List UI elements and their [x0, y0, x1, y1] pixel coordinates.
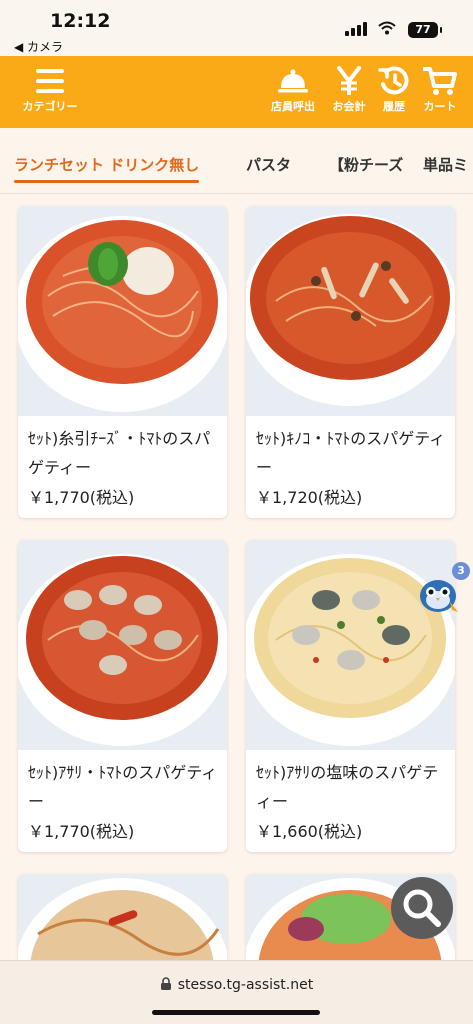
dish-photo [18, 206, 227, 416]
checkout-label: お会計 [332, 100, 366, 113]
checkout-button[interactable]: お会計 [327, 56, 371, 128]
menu-item-card[interactable]: ｾｯﾄ)糸引ﾁｰｽﾞ・ﾄﾏﾄのスパゲティー ￥1,770(税込) [18, 206, 227, 518]
history-label: 履歴 [383, 100, 405, 113]
url-label: stesso.tg-assist.net [177, 977, 314, 993]
service-bell-icon [278, 69, 308, 93]
dish-price: ￥1,660(税込) [256, 822, 363, 841]
signal-icon [345, 22, 367, 36]
wifi-icon [378, 20, 396, 39]
cart-button[interactable]: カート [417, 56, 463, 128]
tab-pasta[interactable]: パスタ [246, 154, 291, 175]
back-to-camera-link[interactable]: ◀ カメラ [14, 38, 63, 55]
app-header: カテゴリー 店員呼出 お会計 履歴 カート [0, 56, 473, 128]
status-bar: 12:12 ◀ カメラ 77 [0, 0, 473, 56]
url-text: stesso.tg-assist.net [0, 977, 473, 993]
category-tabs: ランチセット ドリンク無し パスタ 【粉チーズ 単品ミ [0, 128, 473, 194]
menu-item-card[interactable]: ｾｯﾄ)ｷﾉｺ・ﾄﾏﾄのスパゲティー ￥1,720(税込) [246, 206, 455, 518]
cart-label: カート [423, 100, 457, 113]
staff-call-button[interactable]: 店員呼出 [265, 56, 321, 128]
search-icon [403, 889, 441, 927]
search-button[interactable] [391, 877, 453, 939]
menu-item-card[interactable]: ｾｯﾄ)ｱｻﾘ・ﾄﾏﾄのスパゲティー ￥1,770(税込) [18, 540, 227, 852]
shopping-cart-icon [423, 67, 457, 95]
dish-photo [246, 206, 455, 416]
hamburger-menu-icon [36, 69, 64, 93]
dish-photo [18, 540, 227, 750]
lock-icon [160, 977, 171, 990]
category-label: カテゴリー [22, 100, 78, 113]
yen-icon [337, 66, 361, 95]
dish-name: ｾｯﾄ)ｱｻﾘの塩味のスパゲティー [256, 763, 439, 811]
dish-price: ￥1,770(税込) [28, 488, 135, 507]
dish-photo [18, 874, 227, 964]
tab-parmesan[interactable]: 【粉チーズ [329, 154, 403, 175]
history-icon [378, 66, 409, 95]
home-indicator[interactable] [152, 1010, 320, 1015]
category-button[interactable]: カテゴリー [14, 56, 86, 128]
dish-price: ￥1,720(税込) [256, 488, 363, 507]
tab-lunch-set-no-drink[interactable]: ランチセット ドリンク無し [14, 154, 200, 183]
battery-indicator: 77 [408, 22, 442, 38]
notification-badge: 3 [452, 562, 470, 580]
dish-name: ｾｯﾄ)糸引ﾁｰｽﾞ・ﾄﾏﾄのスパゲティー [28, 429, 211, 477]
clock: 12:12 [50, 10, 111, 32]
dish-name: ｾｯﾄ)ｷﾉｺ・ﾄﾏﾄのスパゲティー [256, 429, 446, 477]
dish-price: ￥1,770(税込) [28, 822, 135, 841]
staff-call-label: 店員呼出 [271, 100, 315, 113]
dish-name: ｾｯﾄ)ｱｻﾘ・ﾄﾏﾄのスパゲティー [28, 763, 218, 811]
assistant-mascot-button[interactable] [416, 572, 460, 616]
history-button[interactable]: 履歴 [375, 56, 413, 128]
tab-single-item[interactable]: 単品ミ [423, 154, 468, 175]
menu-item-card[interactable] [18, 874, 227, 964]
